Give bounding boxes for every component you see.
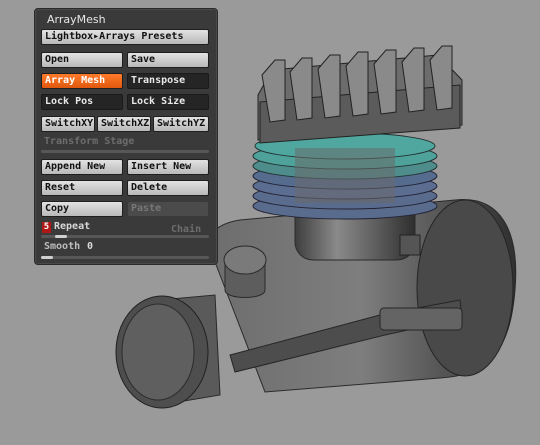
crankcase-end <box>416 199 514 377</box>
append-new-button[interactable]: Append New <box>41 159 123 175</box>
cylinder-head <box>257 45 463 144</box>
cooling-fins <box>252 132 438 220</box>
delete-button[interactable]: Delete <box>127 180 209 196</box>
save-button[interactable]: Save <box>127 52 209 68</box>
transform-stage-label: Transform Stage <box>44 136 135 147</box>
paste-button: Paste <box>127 201 209 217</box>
boss <box>399 234 421 256</box>
repeat-slider-handle[interactable] <box>55 235 67 238</box>
reset-button[interactable]: Reset <box>41 180 123 196</box>
arraymesh-panel: ArrayMesh Lightbox▸Arrays Presets Open S… <box>34 8 218 265</box>
transform-stage-slider[interactable] <box>41 150 209 153</box>
smooth-slider[interactable] <box>41 256 209 259</box>
switch-yz-button[interactable]: SwitchYZ <box>153 116 209 132</box>
lock-size-toggle[interactable]: Lock Size <box>127 94 209 110</box>
chain-label[interactable]: Chain <box>171 224 201 235</box>
repeat-label: Repeat <box>54 221 91 232</box>
insert-new-button[interactable]: Insert New <box>127 159 209 175</box>
bracket-plate <box>379 307 463 331</box>
copy-button[interactable]: Copy <box>41 201 123 217</box>
lock-pos-toggle[interactable]: Lock Pos <box>41 94 123 110</box>
switch-xy-button[interactable]: SwitchXY <box>41 116 95 132</box>
open-button[interactable]: Open <box>41 52 123 68</box>
transpose-button[interactable]: Transpose <box>127 73 209 89</box>
lightbox-arrays-presets-button[interactable]: Lightbox▸Arrays Presets <box>41 29 209 45</box>
repeat-value: 5 <box>42 222 51 233</box>
array-mesh-button[interactable]: Array Mesh <box>41 73 123 89</box>
smooth-label: Smooth <box>44 241 81 252</box>
panel-title[interactable]: ArrayMesh <box>47 13 106 26</box>
smooth-value: 0 <box>87 241 94 252</box>
side-boss-top <box>223 245 267 275</box>
smooth-slider-handle[interactable] <box>41 256 53 259</box>
switch-xz-button[interactable]: SwitchXZ <box>97 116 151 132</box>
flywheel-face <box>121 303 195 401</box>
